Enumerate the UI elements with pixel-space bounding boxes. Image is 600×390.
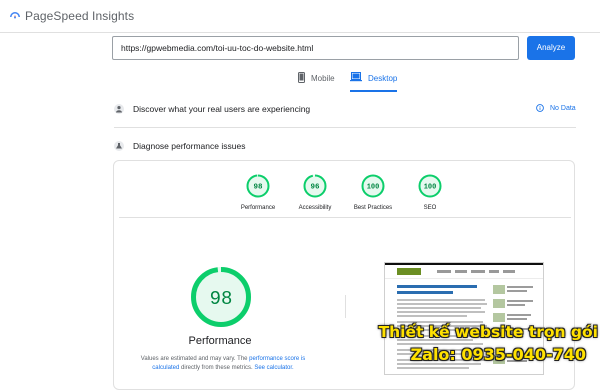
score-ring: 96 <box>303 174 327 198</box>
watermark-line-1: Thiết kế website trọn gói <box>378 323 598 341</box>
score-label: Performance <box>240 205 276 211</box>
score-value: 100 <box>367 184 380 192</box>
gauge-best-practices[interactable]: 100 Best Practices <box>343 174 403 211</box>
scores-divider <box>119 217 571 218</box>
no-data-label: No Data <box>550 104 576 112</box>
tab-desktop-label: Desktop <box>368 74 398 83</box>
diagnose-header: Diagnose performance issues <box>114 141 245 151</box>
performance-gauge: 98 <box>191 267 251 327</box>
field-data-heading: Discover what your real users are experi… <box>133 104 311 114</box>
score-ring: 98 <box>246 174 270 198</box>
tab-mobile-label: Mobile <box>311 74 335 83</box>
tab-mobile[interactable]: Mobile <box>298 72 335 92</box>
users-icon <box>114 104 124 114</box>
field-data-header: Discover what your real users are experi… <box>114 104 310 114</box>
performance-title: Performance <box>188 335 252 347</box>
performance-score: 98 <box>210 288 233 310</box>
see-calculator-link[interactable]: See calculator. <box>254 365 293 371</box>
url-input[interactable]: https://gpwebmedia.com/toi-uu-toc-do-web… <box>112 36 519 60</box>
thumbnail-nav <box>385 265 543 279</box>
laptop-icon <box>350 72 362 82</box>
info-icon <box>536 104 544 112</box>
note-text: Values are estimated and may vary. The <box>140 356 250 362</box>
pagespeed-logo-icon <box>10 12 20 19</box>
analyze-button[interactable]: Analyze <box>527 36 575 60</box>
top-bar: PageSpeed Insights <box>0 0 600 33</box>
score-label: SEO <box>423 205 437 211</box>
gauge-performance[interactable]: 98 Performance <box>228 174 288 211</box>
note-text: directly from these metrics. <box>179 365 255 371</box>
vertical-separator <box>345 295 346 318</box>
gauge-seo[interactable]: 100 SEO <box>400 174 460 211</box>
score-label: Best Practices <box>353 205 393 211</box>
phone-icon <box>298 72 305 83</box>
tab-desktop[interactable]: Desktop <box>350 72 398 92</box>
score-value: 98 <box>253 184 263 192</box>
score-ring: 100 <box>418 174 442 198</box>
gauge-accessibility[interactable]: 96 Accessibility <box>285 174 345 211</box>
no-data-status[interactable]: No Data <box>536 104 576 112</box>
performance-note: Values are estimated and may vary. The p… <box>138 355 308 373</box>
score-value: 96 <box>310 184 320 192</box>
diagnose-heading: Diagnose performance issues <box>133 141 246 151</box>
section-divider <box>114 127 576 128</box>
watermark-line-2: Zalo: 0935-040-740 <box>410 345 586 364</box>
score-value: 100 <box>424 184 437 192</box>
score-ring: 100 <box>361 174 385 198</box>
app-title: PageSpeed Insights <box>25 9 135 23</box>
score-label: Accessibility <box>298 205 332 211</box>
lab-icon <box>114 141 124 151</box>
